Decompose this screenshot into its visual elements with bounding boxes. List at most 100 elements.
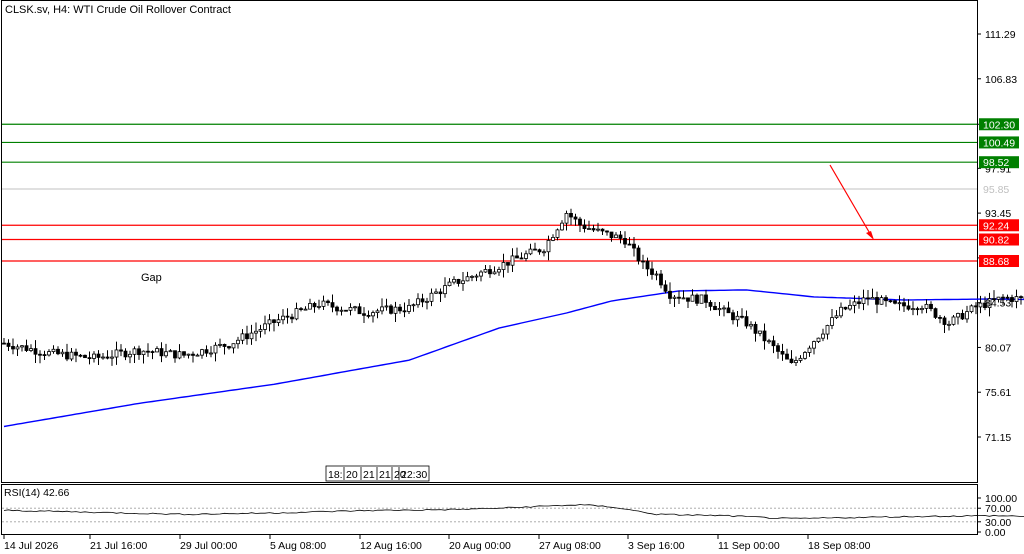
x-tick-label: 18 Sep 08:00	[808, 540, 871, 552]
candle-body	[821, 333, 825, 339]
candle-body	[110, 356, 114, 359]
candle-body	[303, 308, 308, 311]
candle-body	[186, 353, 191, 356]
candle-body	[438, 291, 443, 295]
candle-body	[146, 350, 150, 353]
candle-body	[375, 310, 380, 314]
x-axis-group: 14 Jul 2026 21 Jul 16:00 29 Jul 00:00 5 Aug…	[3, 535, 871, 552]
candle-body	[182, 351, 186, 356]
candle-body	[974, 305, 978, 308]
y-tick-label: 75.61	[985, 387, 1011, 399]
candle-body	[479, 271, 483, 277]
candle-body	[231, 343, 236, 349]
candle-body	[227, 346, 231, 349]
candle-body	[263, 323, 267, 330]
candle-body	[312, 303, 317, 308]
candle-body	[672, 296, 677, 299]
candle-body	[555, 229, 560, 238]
candle-body	[816, 337, 821, 342]
candle-body	[128, 353, 132, 358]
candle-body	[317, 305, 321, 308]
candle-body	[596, 228, 600, 231]
candle-body	[65, 351, 69, 360]
candle-body	[488, 269, 492, 275]
candle-body	[344, 309, 348, 312]
candle-body	[29, 348, 33, 351]
candle-body	[911, 308, 915, 311]
candle-body	[533, 248, 537, 251]
candle-body	[69, 351, 74, 360]
x-tick-label: 21 Jul 16:00	[90, 540, 147, 552]
y-tick-label: 84.53	[985, 298, 1011, 310]
candle-body	[614, 234, 618, 239]
candle-body	[1019, 296, 1023, 298]
candle-body	[254, 330, 258, 334]
candle-body	[1014, 296, 1019, 302]
candle-body	[204, 349, 209, 354]
candle-body	[497, 269, 501, 273]
candle-body	[771, 340, 776, 347]
candle-body	[699, 294, 704, 304]
candle-body	[78, 354, 83, 357]
candle-body	[105, 356, 110, 359]
candle-body	[443, 285, 447, 295]
candle-body	[861, 297, 866, 305]
candle-body	[33, 348, 38, 355]
candle-body	[753, 323, 758, 334]
candle-body	[524, 253, 528, 259]
candle-body	[371, 312, 375, 317]
candle-body	[173, 350, 177, 359]
candle-body	[645, 260, 650, 270]
rsi-tick-label: 0.00	[985, 527, 1006, 539]
candle-body	[690, 294, 695, 302]
candle-body	[564, 212, 569, 224]
candle-body	[461, 280, 465, 284]
candle-body	[636, 247, 641, 262]
candle-body	[749, 323, 753, 327]
candle-body	[582, 224, 587, 230]
level-price-tag: 88.68	[983, 256, 1009, 268]
candle-body	[762, 330, 767, 342]
x-tick-label: 3 Sep 16:00	[628, 540, 685, 552]
candle-body	[969, 305, 974, 313]
candle-body	[704, 294, 708, 303]
candle-body	[267, 319, 272, 325]
level-price-tag: 100.49	[983, 137, 1015, 149]
session-marker: 18:	[328, 469, 343, 481]
y-tick-label: 80.07	[985, 342, 1011, 354]
candle-body	[123, 350, 128, 358]
candle-body	[663, 284, 668, 292]
candle-body	[947, 323, 951, 326]
candle-body	[789, 358, 794, 364]
candle-body	[357, 306, 362, 315]
session-marker: 22:30	[401, 469, 427, 481]
candle-body	[803, 352, 807, 359]
candle-body	[794, 360, 798, 364]
candle-body	[591, 228, 596, 231]
x-tick-label: 5 Aug 08:00	[270, 540, 326, 552]
candle-body	[618, 234, 623, 239]
candle-body	[191, 353, 195, 356]
gap-annotation: Gap	[141, 272, 162, 284]
candle-body	[159, 348, 164, 357]
candle-body	[141, 350, 146, 356]
candle-body	[2, 342, 6, 345]
level-price-tag: 102.30	[983, 119, 1015, 131]
candle-body	[416, 298, 420, 306]
candle-body	[218, 343, 222, 346]
candle-body	[528, 248, 533, 255]
candle-body	[506, 262, 510, 266]
candle-body	[470, 275, 474, 278]
candle-body	[758, 330, 762, 334]
current-price-tag: 95.85	[983, 184, 1009, 196]
candle-body	[456, 278, 461, 284]
candle-body	[222, 343, 227, 347]
candle-body	[74, 351, 78, 356]
candle-body	[578, 218, 582, 226]
candle-body	[677, 296, 681, 299]
candle-body	[299, 308, 303, 311]
candle-body	[429, 292, 434, 302]
candle-body	[213, 344, 218, 354]
candle-body	[6, 342, 11, 347]
candle-body	[807, 347, 812, 353]
